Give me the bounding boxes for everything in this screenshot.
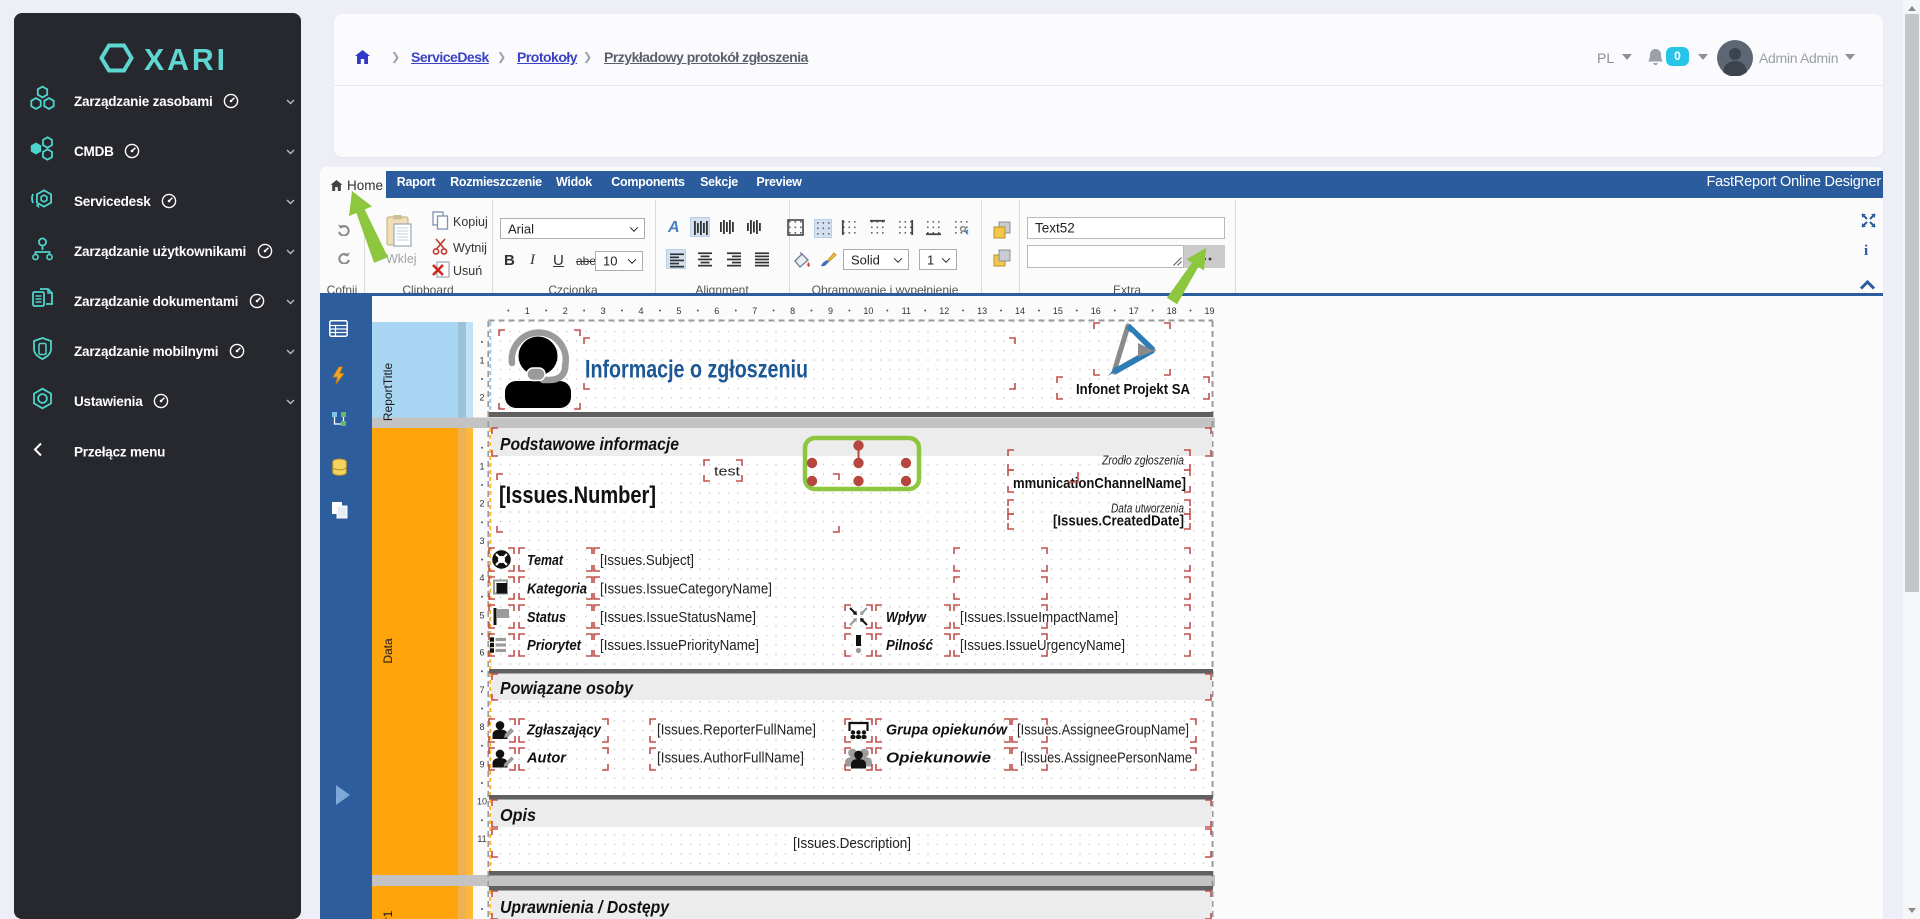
- svg-text:[Issues.IssueUrgencyName]: [Issues.IssueUrgencyName]: [960, 637, 1125, 654]
- svg-text:Grupa opiekunów: Grupa opiekunów: [886, 722, 1008, 739]
- svg-text:Opiekunowie: Opiekunowie: [886, 750, 991, 767]
- svg-text:Priorytet: Priorytet: [527, 637, 582, 654]
- svg-text:[Issues.AuthorFullName]: [Issues.AuthorFullName]: [657, 750, 804, 767]
- svg-text:15: 15: [1053, 306, 1063, 316]
- svg-text:2: 2: [479, 393, 484, 403]
- svg-text:[Issues.IssueStatusName]: [Issues.IssueStatusName]: [600, 609, 756, 626]
- svg-text:[Issues.Number]: [Issues.Number]: [499, 482, 656, 509]
- svg-text:Kategoria: Kategoria: [527, 581, 587, 598]
- svg-text:5: 5: [676, 306, 681, 316]
- svg-text:11: 11: [477, 834, 486, 844]
- svg-text:[Issues.IssueCategoryName]: [Issues.IssueCategoryName]: [600, 581, 772, 598]
- svg-text:9: 9: [479, 759, 484, 769]
- svg-text:12: 12: [939, 306, 949, 316]
- svg-text:10: 10: [863, 306, 873, 316]
- svg-text:7: 7: [479, 685, 484, 695]
- svg-text:[Issues.IssueImpactName]: [Issues.IssueImpactName]: [960, 609, 1118, 626]
- svg-text:2: 2: [563, 306, 568, 316]
- svg-text:[Issues.AssigneeGroupName]: [Issues.AssigneeGroupName]: [1017, 722, 1189, 739]
- svg-text:4: 4: [479, 573, 484, 583]
- svg-text:Wpływ: Wpływ: [886, 609, 927, 626]
- svg-text:Infonet Projekt SA: Infonet Projekt SA: [1076, 381, 1190, 398]
- svg-text:[Issues.ReporterFullName]: [Issues.ReporterFullName]: [657, 722, 816, 739]
- svg-text:er1: er1: [381, 910, 395, 919]
- svg-text:3: 3: [601, 306, 606, 316]
- svg-text:3: 3: [479, 536, 484, 546]
- svg-text:4: 4: [638, 306, 643, 316]
- svg-text:Data: Data: [381, 638, 395, 664]
- svg-text:Uprawnienia / Dostępy: Uprawnienia / Dostępy: [500, 897, 670, 917]
- svg-text:5: 5: [479, 610, 484, 620]
- svg-text:19: 19: [1204, 306, 1214, 316]
- svg-text:1: 1: [479, 461, 484, 471]
- svg-text:Autor: Autor: [526, 750, 567, 767]
- svg-text:ReportTitle: ReportTitle: [381, 363, 395, 422]
- svg-text:7: 7: [752, 306, 757, 316]
- svg-text:[Issues.CreatedDate]: [Issues.CreatedDate]: [1053, 513, 1184, 530]
- svg-text:6: 6: [479, 648, 484, 658]
- svg-text:Powiązane osoby: Powiązane osoby: [500, 678, 634, 698]
- svg-text:9: 9: [828, 306, 833, 316]
- svg-text:Status: Status: [527, 609, 566, 626]
- svg-text:17: 17: [1129, 306, 1139, 316]
- svg-text:2: 2: [479, 499, 484, 509]
- svg-text:6: 6: [714, 306, 719, 316]
- svg-text:[Issues.Description]: [Issues.Description]: [793, 835, 911, 852]
- svg-text:8: 8: [479, 722, 484, 732]
- svg-text:[Issues.IssuePriorityName]: [Issues.IssuePriorityName]: [600, 637, 759, 654]
- svg-text:Informacje o zgłoszeniu: Informacje o zgłoszeniu: [585, 356, 808, 384]
- svg-text:Zrodło zgłoszenia: Zrodło zgłoszenia: [1101, 453, 1184, 468]
- svg-text:8: 8: [790, 306, 795, 316]
- svg-text:14: 14: [1015, 306, 1025, 316]
- svg-text:test: test: [714, 464, 740, 479]
- svg-text:[Issues.AssigneePersonName: [Issues.AssigneePersonName: [1020, 750, 1192, 767]
- svg-text:Opis: Opis: [500, 805, 536, 825]
- svg-text:[Issues.Subject]: [Issues.Subject]: [600, 552, 694, 569]
- svg-text:13: 13: [977, 306, 987, 316]
- svg-text:1: 1: [525, 306, 530, 316]
- svg-text:mmunicationChannelName]: mmunicationChannelName]: [1013, 475, 1186, 492]
- svg-text:Temat: Temat: [527, 552, 564, 569]
- svg-text:Podstawowe informacje: Podstawowe informacje: [500, 434, 679, 454]
- svg-text:18: 18: [1167, 306, 1177, 316]
- svg-text:10: 10: [477, 797, 487, 807]
- svg-text:XARI: XARI: [144, 42, 228, 74]
- svg-text:1: 1: [479, 356, 484, 366]
- svg-text:Pilność: Pilność: [886, 637, 934, 654]
- svg-text:11: 11: [902, 306, 911, 316]
- svg-text:Zgłaszający: Zgłaszający: [526, 722, 601, 739]
- svg-text:16: 16: [1091, 306, 1101, 316]
